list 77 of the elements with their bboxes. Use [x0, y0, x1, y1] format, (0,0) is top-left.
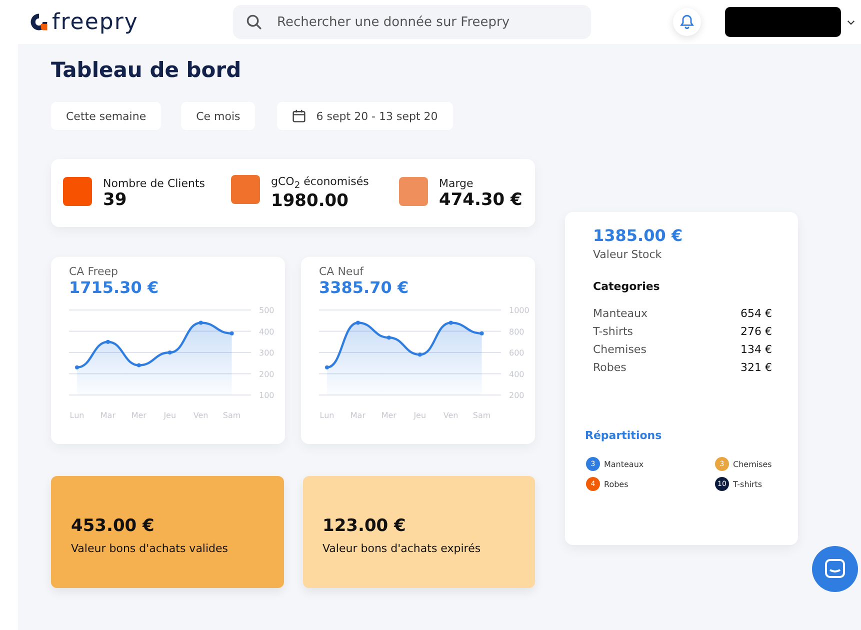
voucher-amount: 123.00 € [322, 516, 407, 536]
x-tick-label: Jeu [164, 411, 176, 420]
x-tick-label: Ven [443, 411, 458, 420]
chart-title: CA Freep [69, 265, 120, 278]
data-point [168, 350, 172, 354]
x-tick-label: Mer [381, 411, 396, 420]
repartition-label: Robes [604, 480, 628, 488]
category-name: Robes [593, 361, 626, 374]
y-tick-label: 1000 [509, 306, 530, 315]
repartition-label: Manteaux [604, 460, 644, 468]
x-tick-label: Mar [350, 411, 366, 420]
repartition-label: Chemises [733, 460, 772, 468]
y-tick-label: 100 [259, 391, 274, 400]
chart-total: 1715.30 € [69, 278, 160, 297]
x-tick-label: Jeu [414, 411, 426, 420]
chart-title: CA Neuf [319, 265, 365, 278]
y-tick-label: 200 [259, 370, 274, 379]
x-tick-label: Mer [131, 411, 146, 420]
x-tick-label: Sam [222, 411, 241, 420]
kpi-label: Marge [439, 176, 474, 190]
x-tick-label: Lun [320, 411, 334, 420]
x-tick-label: Lun [70, 411, 84, 420]
y-tick-label: 500 [259, 306, 274, 315]
voucher-amount: 453.00 € [71, 516, 156, 536]
repartition-label: T-shirts [733, 480, 762, 488]
filter-button[interactable]: Cette semaine [51, 102, 162, 130]
y-tick-label: 300 [259, 348, 274, 358]
category-name: Chemises [593, 343, 646, 356]
logo-text: freepry [52, 10, 138, 34]
data-point [386, 336, 391, 340]
y-tick-label: 600 [509, 348, 524, 358]
data-point [198, 320, 203, 325]
kpi-value: 474.30 € [439, 190, 522, 210]
data-point [230, 331, 234, 336]
voucher-label: Valeur bons d'achats expirés [322, 542, 482, 554]
notification-button[interactable] [673, 8, 701, 36]
y-tick-label: 400 [509, 370, 524, 379]
logo-icon [28, 11, 50, 33]
data-point [75, 365, 79, 370]
filter-button[interactable]: Ce mois [181, 102, 256, 130]
page-title: Tableau de bord [51, 58, 242, 82]
kpi-label: gCO$_{2}$ économisés [271, 174, 369, 192]
x-tick-label: Mar [100, 411, 116, 420]
y-tick-label: 200 [509, 391, 524, 400]
x-tick-label: Ven [193, 411, 208, 420]
data-point [356, 320, 360, 325]
chat-icon [823, 557, 847, 581]
data-point [418, 352, 422, 357]
y-tick-label: 800 [509, 327, 524, 336]
chart-total: 3385.70 € [319, 278, 410, 297]
stock-total: 1385.00 € [593, 226, 684, 245]
calendar-icon [292, 109, 306, 123]
search-icon [246, 14, 263, 31]
data-point [106, 340, 110, 344]
x-tick-label: Sam [472, 411, 491, 420]
date-range-button[interactable]: 6 sept 20 - 13 sept 20 [277, 102, 453, 130]
kpi-value: 1980.00 [271, 191, 350, 212]
y-tick-label: 400 [259, 327, 274, 336]
repartitions-heading: Répartitions [585, 429, 663, 442]
category-value: 134 € [740, 343, 772, 356]
categories-heading: Categories [593, 280, 661, 293]
category-value: 321 € [740, 361, 772, 374]
data-point [325, 365, 329, 370]
kpi-label: Nombre de Clients [103, 176, 206, 190]
category-name: T-shirts [593, 325, 634, 338]
category-name: Manteaux [593, 307, 648, 320]
data-point [480, 331, 484, 336]
category-value: 654 € [740, 307, 772, 320]
bell-icon [679, 14, 695, 30]
search-field[interactable]: Rechercher une donnée sur Freepry [233, 5, 591, 39]
voucher-label: Valeur bons d'achats valides [71, 542, 230, 554]
chevron-down-icon[interactable] [847, 20, 855, 24]
kpi-value: 39 [103, 190, 128, 210]
data-point [448, 320, 453, 325]
data-point [136, 363, 141, 368]
category-value: 276 € [740, 325, 772, 338]
stock-label: Valeur Stock [593, 248, 663, 261]
